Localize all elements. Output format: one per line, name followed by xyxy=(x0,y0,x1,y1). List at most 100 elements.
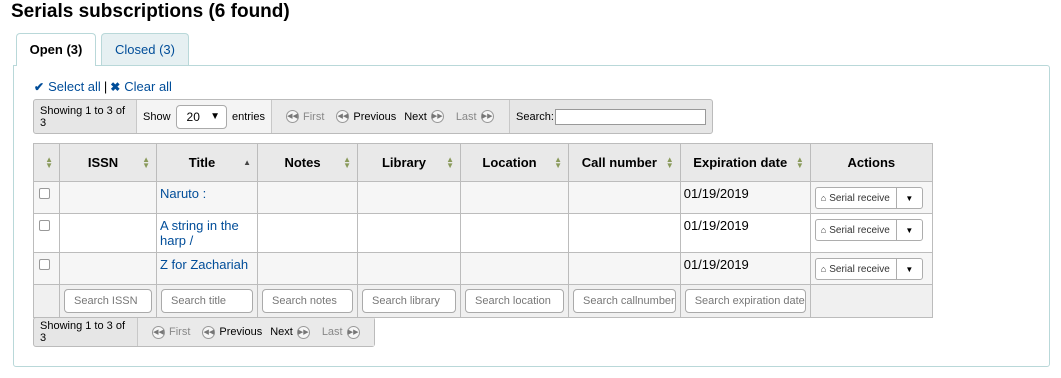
page-title: Serials subscriptions (6 found) xyxy=(11,1,290,22)
caret-down-icon[interactable]: ▼ xyxy=(897,259,922,279)
next-label: Next xyxy=(404,110,427,123)
chevron-down-icon: ▼ xyxy=(210,111,220,122)
check-icon: ✔ xyxy=(34,80,45,94)
next-page-button[interactable]: Next ▶▶ xyxy=(404,110,448,123)
filter-location-input[interactable]: Search location xyxy=(465,289,564,313)
filter-notes-input[interactable]: Search notes xyxy=(262,289,353,313)
table-row: A string in the harp / 01/19/2019 ⌂ Seria… xyxy=(33,213,933,253)
callnumber-cell xyxy=(568,181,681,214)
sort-asc-icon: ▲ xyxy=(243,157,251,167)
inbox-icon: ⌂ xyxy=(820,264,827,274)
filter-expiration-input[interactable]: Search expiration date xyxy=(684,289,806,313)
header-callnumber[interactable]: Call number ▲ ▼ xyxy=(568,143,681,182)
tab-open[interactable]: Open (3) xyxy=(16,33,96,66)
last-page-icon: ▶▶ xyxy=(480,110,494,123)
last-label: Last xyxy=(455,110,477,123)
row-checkbox-cell xyxy=(33,252,60,285)
first-page-button[interactable]: ◀◀ First xyxy=(282,110,324,123)
last-page-button[interactable]: Last ▶▶ xyxy=(456,110,498,123)
sort-icon: ▲ ▼ xyxy=(446,154,454,170)
filter-issn-input[interactable]: Search ISSN xyxy=(64,289,152,313)
first-label: First xyxy=(303,110,325,123)
row-checkbox[interactable] xyxy=(39,259,50,270)
header-select[interactable]: ▲ ▼ xyxy=(33,143,60,182)
actions-cell: ⌂ Serial receive ▼ xyxy=(809,181,933,214)
showing-info: Showing 1 to 3 of 3 xyxy=(40,320,126,344)
title-link[interactable]: A string in the harp / xyxy=(160,218,239,248)
next-label: Next xyxy=(270,326,293,338)
previous-page-button[interactable]: ◀◀ Previous xyxy=(198,325,263,339)
prev-page-icon: ◀◀ xyxy=(336,110,350,123)
row-checkbox-cell xyxy=(33,181,60,214)
inbox-icon: ⌂ xyxy=(820,193,827,203)
header-notes[interactable]: Notes ▲ ▼ xyxy=(257,143,358,182)
caret-down-icon[interactable]: ▼ xyxy=(897,220,922,240)
separator: | xyxy=(103,79,108,94)
serial-receive-label: Serial receive xyxy=(829,263,890,275)
location-cell xyxy=(460,181,569,214)
last-page-button[interactable]: Last ▶▶ xyxy=(321,325,364,339)
action-button-group: ⌂ Serial receive ▼ xyxy=(814,187,923,209)
header-issn[interactable]: ISSN ▲ ▼ xyxy=(59,143,157,182)
row-checkbox[interactable] xyxy=(39,188,50,199)
previous-page-button[interactable]: ◀◀ Previous xyxy=(332,110,396,123)
next-page-button[interactable]: Next ▶▶ xyxy=(270,325,314,339)
first-page-icon: ◀◀ xyxy=(152,325,165,339)
search-input[interactable] xyxy=(554,108,706,125)
table-toolbar-top: Showing 1 to 3 of 3 Show 20 ▼ entries ◀◀… xyxy=(33,99,713,134)
header-library[interactable]: Library ▲ ▼ xyxy=(357,143,461,182)
notes-cell xyxy=(257,181,358,214)
tab-panel-open: ✔ Select all | ✖ Clear all Showing 1 to 3 of… xyxy=(13,65,1050,367)
library-cell xyxy=(357,181,461,214)
subscriptions-table: ▲ ▼ ISSN ▲ ▼ Title ▲ Notes ▲ ▼ Library ▲ ▼ Locat… xyxy=(33,143,933,318)
page-length-value: 20 xyxy=(186,109,200,124)
header-callnumber-label: Call number xyxy=(581,155,657,170)
caret-down-icon[interactable]: ▼ xyxy=(897,188,922,208)
last-label: Last xyxy=(321,326,343,338)
serial-receive-button[interactable]: ⌂ Serial receive xyxy=(816,220,897,240)
next-page-icon: ▶▶ xyxy=(296,325,310,339)
sort-icon: ▲ ▼ xyxy=(554,154,562,170)
serial-receive-button[interactable]: ⌂ Serial receive xyxy=(816,188,897,208)
title-link[interactable]: Z for Zachariah xyxy=(160,257,248,272)
pager-segment: ◀◀ First ◀◀ Previous Next ▶▶ Last ▶▶ xyxy=(272,100,510,133)
select-all-link[interactable]: ✔ Select all xyxy=(34,79,101,94)
library-cell xyxy=(357,213,461,253)
last-page-icon: ▶▶ xyxy=(346,325,360,339)
length-segment: Show 20 ▼ entries xyxy=(137,100,272,133)
selection-links: ✔ Select all | ✖ Clear all xyxy=(34,79,172,94)
row-checkbox-cell xyxy=(33,213,60,253)
issn-cell xyxy=(59,213,157,253)
header-library-label: Library xyxy=(381,155,427,170)
sort-icon: ▲ ▼ xyxy=(45,154,53,170)
table-toolbar-bottom: Showing 1 to 3 of 3 ◀◀ First ◀◀ Previous N… xyxy=(33,317,375,347)
filter-cell: Search ISSN xyxy=(59,284,157,318)
callnumber-cell xyxy=(568,213,681,253)
filter-library-input[interactable]: Search library xyxy=(362,289,456,313)
row-checkbox[interactable] xyxy=(39,220,50,231)
title-cell: Z for Zachariah xyxy=(156,252,258,285)
location-cell xyxy=(460,252,569,285)
sort-icon: ▲ ▼ xyxy=(142,154,150,170)
filter-title-input[interactable]: Search title xyxy=(161,289,253,313)
sort-icon: ▲ ▼ xyxy=(343,154,351,170)
page-length-select[interactable]: 20 ▼ xyxy=(175,104,227,129)
filter-cell: Search location xyxy=(460,284,569,318)
callnumber-cell xyxy=(568,252,681,285)
action-button-group: ⌂ Serial receive ▼ xyxy=(814,219,923,241)
header-location[interactable]: Location ▲ ▼ xyxy=(460,143,569,182)
pager-segment: ◀◀ First ◀◀ Previous Next ▶▶ Last ▶▶ xyxy=(138,318,374,346)
title-link[interactable]: Naruto : xyxy=(160,186,206,201)
filter-cell: Search title xyxy=(156,284,258,318)
header-expiration[interactable]: Expiration date ▲ ▼ xyxy=(679,143,811,182)
clear-all-link[interactable]: ✖ Clear all xyxy=(110,79,172,94)
previous-label: Previous xyxy=(219,326,263,338)
filter-callnumber-input[interactable]: Search callnumber xyxy=(573,289,676,313)
serial-receive-button[interactable]: ⌂ Serial receive xyxy=(816,259,897,279)
filter-empty-cell xyxy=(809,284,933,318)
tab-closed[interactable]: Closed (3) xyxy=(101,33,189,66)
header-title[interactable]: Title ▲ xyxy=(156,143,258,182)
table-row: Z for Zachariah 01/19/2019 ⌂ Serial recei… xyxy=(33,252,933,285)
expiration-cell: 01/19/2019 xyxy=(679,181,811,214)
first-page-button[interactable]: ◀◀ First xyxy=(148,325,190,339)
